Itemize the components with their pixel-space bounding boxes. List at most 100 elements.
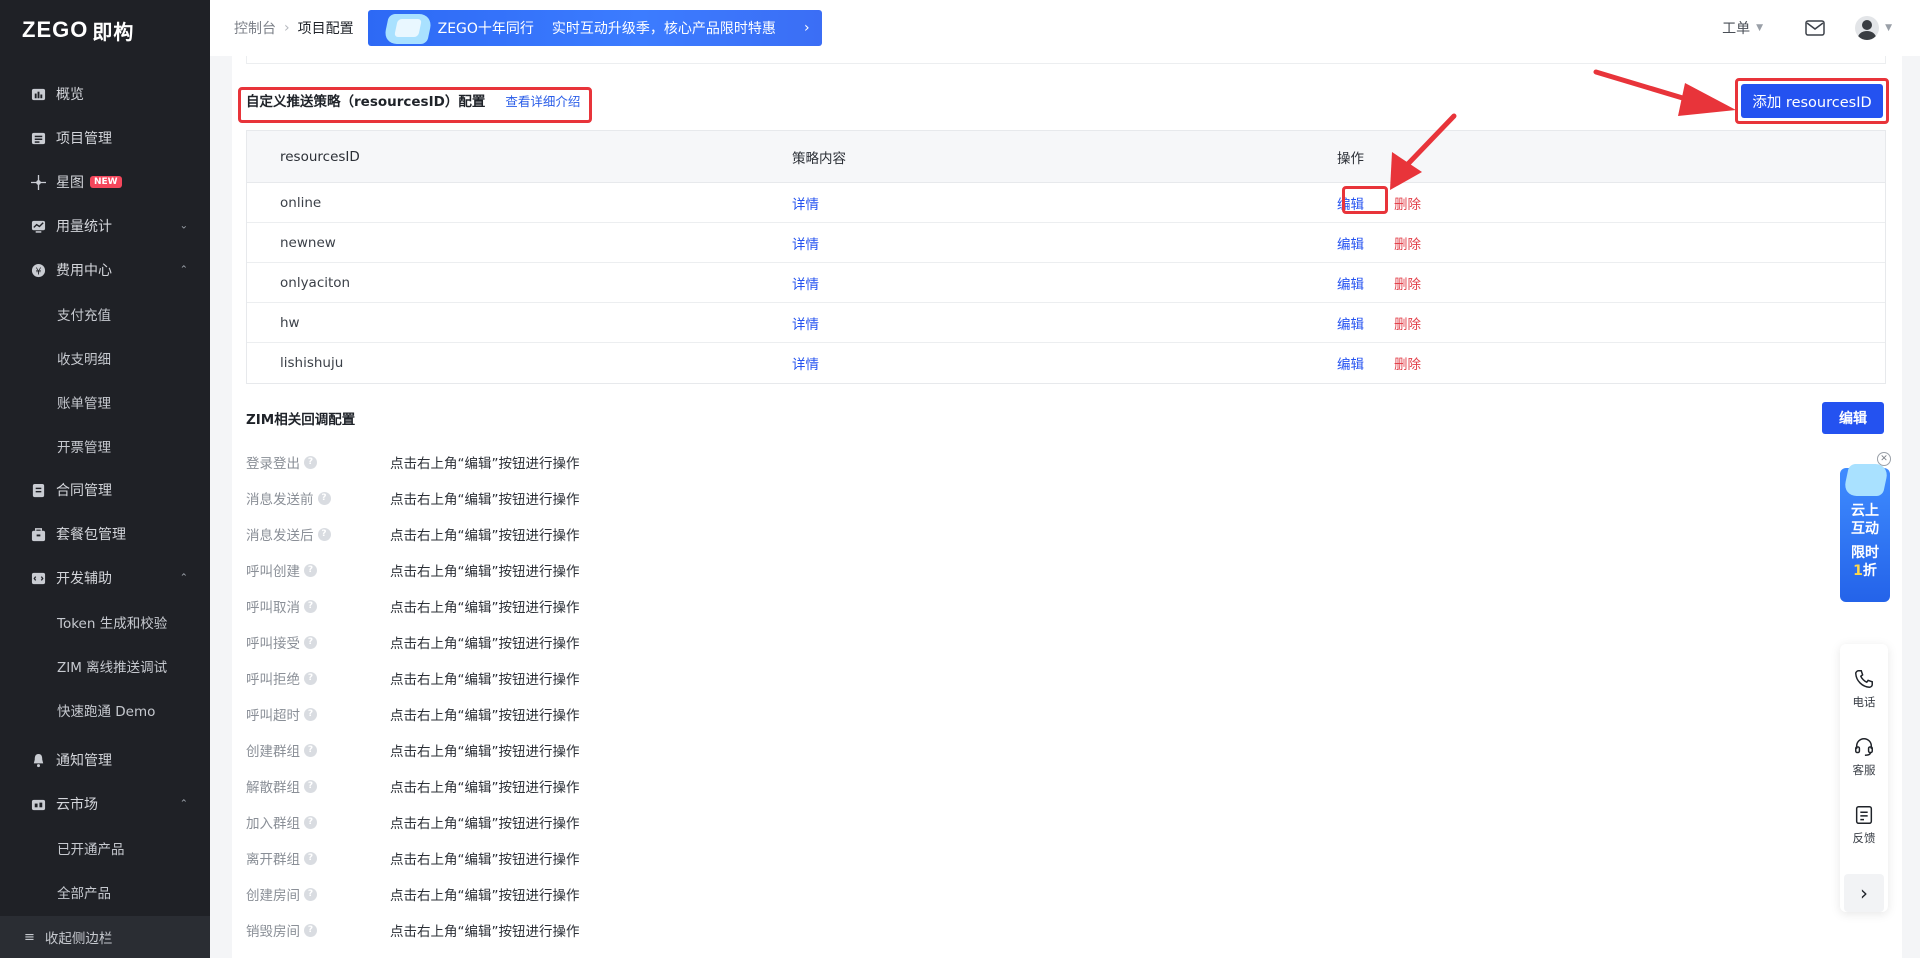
floating-promo[interactable]: ✕ 云上 互动 限时 1折 [1838, 452, 1891, 602]
callback-name: 登录登出 [246, 456, 300, 472]
sidebar-subitem-transactions[interactable]: 收支明细 [0, 336, 210, 380]
help-icon[interactable]: ? [304, 923, 317, 937]
help-icon[interactable]: ? [317, 527, 331, 541]
promo-discount-number: 1 [1853, 563, 1863, 579]
callback-row: 加入群组? 点击右上角“编辑”按钮进行操作 [246, 804, 580, 840]
promo-text: 实时互动升级季，核心产品限时特惠 [551, 21, 776, 37]
mail-icon[interactable] [1805, 20, 1825, 36]
callback-row: 消息发送前? 点击右上角“编辑”按钮进行操作 [246, 480, 580, 516]
detail-link[interactable]: 详情 [792, 317, 819, 333]
chevron-up-icon: ⌃ [179, 798, 188, 810]
promo-card[interactable]: 云上 互动 限时 1折 [1840, 464, 1890, 602]
help-icon[interactable]: ? [304, 563, 317, 577]
callback-name: 离开群组 [246, 852, 300, 868]
zim-edit-button[interactable]: 编辑 [1822, 402, 1884, 434]
support-button[interactable]: 客服 [1853, 736, 1876, 804]
help-icon[interactable]: ? [304, 851, 317, 865]
help-icon[interactable]: ? [304, 887, 317, 901]
sidebar-item-label: ZIM 离线推送调试 [57, 660, 168, 676]
sidebar-subitem-invoice[interactable]: 开票管理 [0, 424, 210, 468]
chevron-right-icon[interactable]: › [1844, 874, 1884, 912]
edit-link[interactable]: 编辑 [1337, 233, 1364, 253]
table-row: onlyaciton 详情 编辑 删除 [247, 263, 1885, 303]
sidebar-subitem-recharge[interactable]: 支付充值 [0, 292, 210, 336]
edit-link[interactable]: 编辑 [1337, 313, 1364, 333]
sidebar-item-contract[interactable]: 合同管理 [0, 468, 210, 512]
help-icon[interactable]: ? [304, 455, 317, 469]
detail-link[interactable]: 详情 [792, 237, 819, 253]
edit-link[interactable]: 编辑 [1337, 353, 1364, 373]
sidebar-item-label: 支付充值 [57, 308, 111, 324]
sidebar-item-dev[interactable]: 开发辅助 ⌃ [0, 556, 210, 600]
sidebar-item-project[interactable]: 项目管理 [0, 116, 210, 160]
delete-link[interactable]: 删除 [1394, 353, 1421, 373]
feedback-button[interactable]: 反馈 [1853, 804, 1876, 872]
sidebar-item-notify[interactable]: 通知管理 [0, 738, 210, 782]
promo-banner[interactable]: ZEGO十年同行 实时互动升级季，核心产品限时特惠 › [367, 10, 822, 46]
sidebar-item-label: 收支明细 [57, 352, 111, 368]
sidebar-subitem-zim-push[interactable]: ZIM 离线推送调试 [0, 644, 210, 688]
logo-text: ZEGO [22, 17, 89, 42]
help-icon[interactable]: ? [304, 707, 317, 721]
promo-discount: 1折 [1840, 562, 1890, 580]
logo-cn: 即构 [92, 21, 135, 44]
help-icon[interactable]: ? [304, 779, 317, 793]
delete-link[interactable]: 删除 [1394, 313, 1421, 333]
promo-line: 云上 [1851, 503, 1879, 519]
logo[interactable]: ZEGO 即构 [0, 0, 210, 60]
callback-name: 呼叫取消 [246, 600, 300, 616]
avatar[interactable] [1855, 16, 1880, 40]
collapse-sidebar-button[interactable]: ≡ 收起侧边栏 [0, 916, 210, 958]
breadcrumb-console[interactable]: 控制台 [234, 18, 276, 38]
sidebar-item-billing[interactable]: ¥ 费用中心 ⌃ [0, 248, 210, 292]
sidebar-subitem-bills[interactable]: 账单管理 [0, 380, 210, 424]
callback-value: 点击右上角“编辑”按钮进行操作 [390, 492, 580, 508]
delete-link[interactable]: 删除 [1394, 273, 1421, 293]
sidebar-item-label: 星图 [56, 175, 84, 191]
callback-name: 呼叫接受 [246, 636, 300, 652]
sidebar-item-package[interactable]: 套餐包管理 [0, 512, 210, 556]
usage-icon [30, 218, 46, 234]
help-icon[interactable]: ? [304, 671, 317, 685]
help-icon[interactable]: ? [304, 815, 317, 829]
callback-label: 呼叫拒绝? [246, 668, 390, 688]
tool-label: 客服 [1852, 763, 1876, 778]
phone-button[interactable]: 电话 [1853, 668, 1876, 736]
callback-name: 呼叫创建 [246, 564, 300, 580]
sidebar-subitem-token[interactable]: Token 生成和校验 [0, 600, 210, 644]
contract-icon [30, 482, 46, 498]
detail-link[interactable]: 详情 [792, 197, 819, 213]
callback-value: 点击右上角“编辑”按钮进行操作 [390, 564, 580, 580]
sidebar-nav: 概览 项目管理 星图 NEW 用量统计 ⌄ ¥ 费用中心 ⌃ 支付充值 收支明细… [0, 72, 210, 914]
sidebar-item-starmap[interactable]: 星图 NEW [0, 160, 210, 204]
sidebar-subitem-opened-products[interactable]: 已开通产品 [0, 826, 210, 870]
edit-link[interactable]: 编辑 [1337, 273, 1364, 293]
sidebar-subitem-all-products[interactable]: 全部产品 [0, 870, 210, 914]
sidebar-item-label: 全部产品 [57, 886, 111, 902]
sidebar-item-usage[interactable]: 用量统计 ⌄ [0, 204, 210, 248]
sidebar-item-label: 快速跑通 Demo [57, 704, 156, 720]
sidebar-item-overview[interactable]: 概览 [0, 72, 210, 116]
help-icon[interactable]: ? [304, 743, 317, 757]
help-icon[interactable]: ? [304, 599, 317, 613]
starmap-icon [30, 174, 46, 190]
help-icon[interactable]: ? [317, 491, 331, 505]
new-badge: NEW [90, 176, 122, 188]
resources-table: resourcesID 策略内容 操作 online 详情 编辑 删除 newne… [246, 130, 1886, 384]
delete-link[interactable]: 删除 [1394, 233, 1421, 253]
sidebar-item-market[interactable]: 云市场 ⌃ [0, 782, 210, 826]
caret-down-icon[interactable]: ▼ [1885, 23, 1892, 33]
detail-link[interactable]: 详情 [792, 357, 819, 373]
add-button-highlight-box [1735, 78, 1889, 124]
promo-title: ZEGO十年同行 [437, 21, 534, 37]
main-content: 自定义推送策略（resourcesID）配置 查看详细介绍 添加 resourc… [232, 56, 1902, 958]
ticket-menu[interactable]: 工单 ▼ [1722, 18, 1763, 38]
callback-label: 创建房间? [246, 884, 390, 904]
delete-link[interactable]: 删除 [1394, 193, 1421, 213]
detail-link[interactable]: 详情 [792, 277, 819, 293]
sidebar-subitem-demo[interactable]: 快速跑通 Demo [0, 688, 210, 732]
help-icon[interactable]: ? [304, 635, 317, 649]
bell-icon [30, 752, 46, 768]
sidebar-item-label: 已开通产品 [57, 842, 125, 858]
callback-name: 解散群组 [246, 780, 300, 796]
